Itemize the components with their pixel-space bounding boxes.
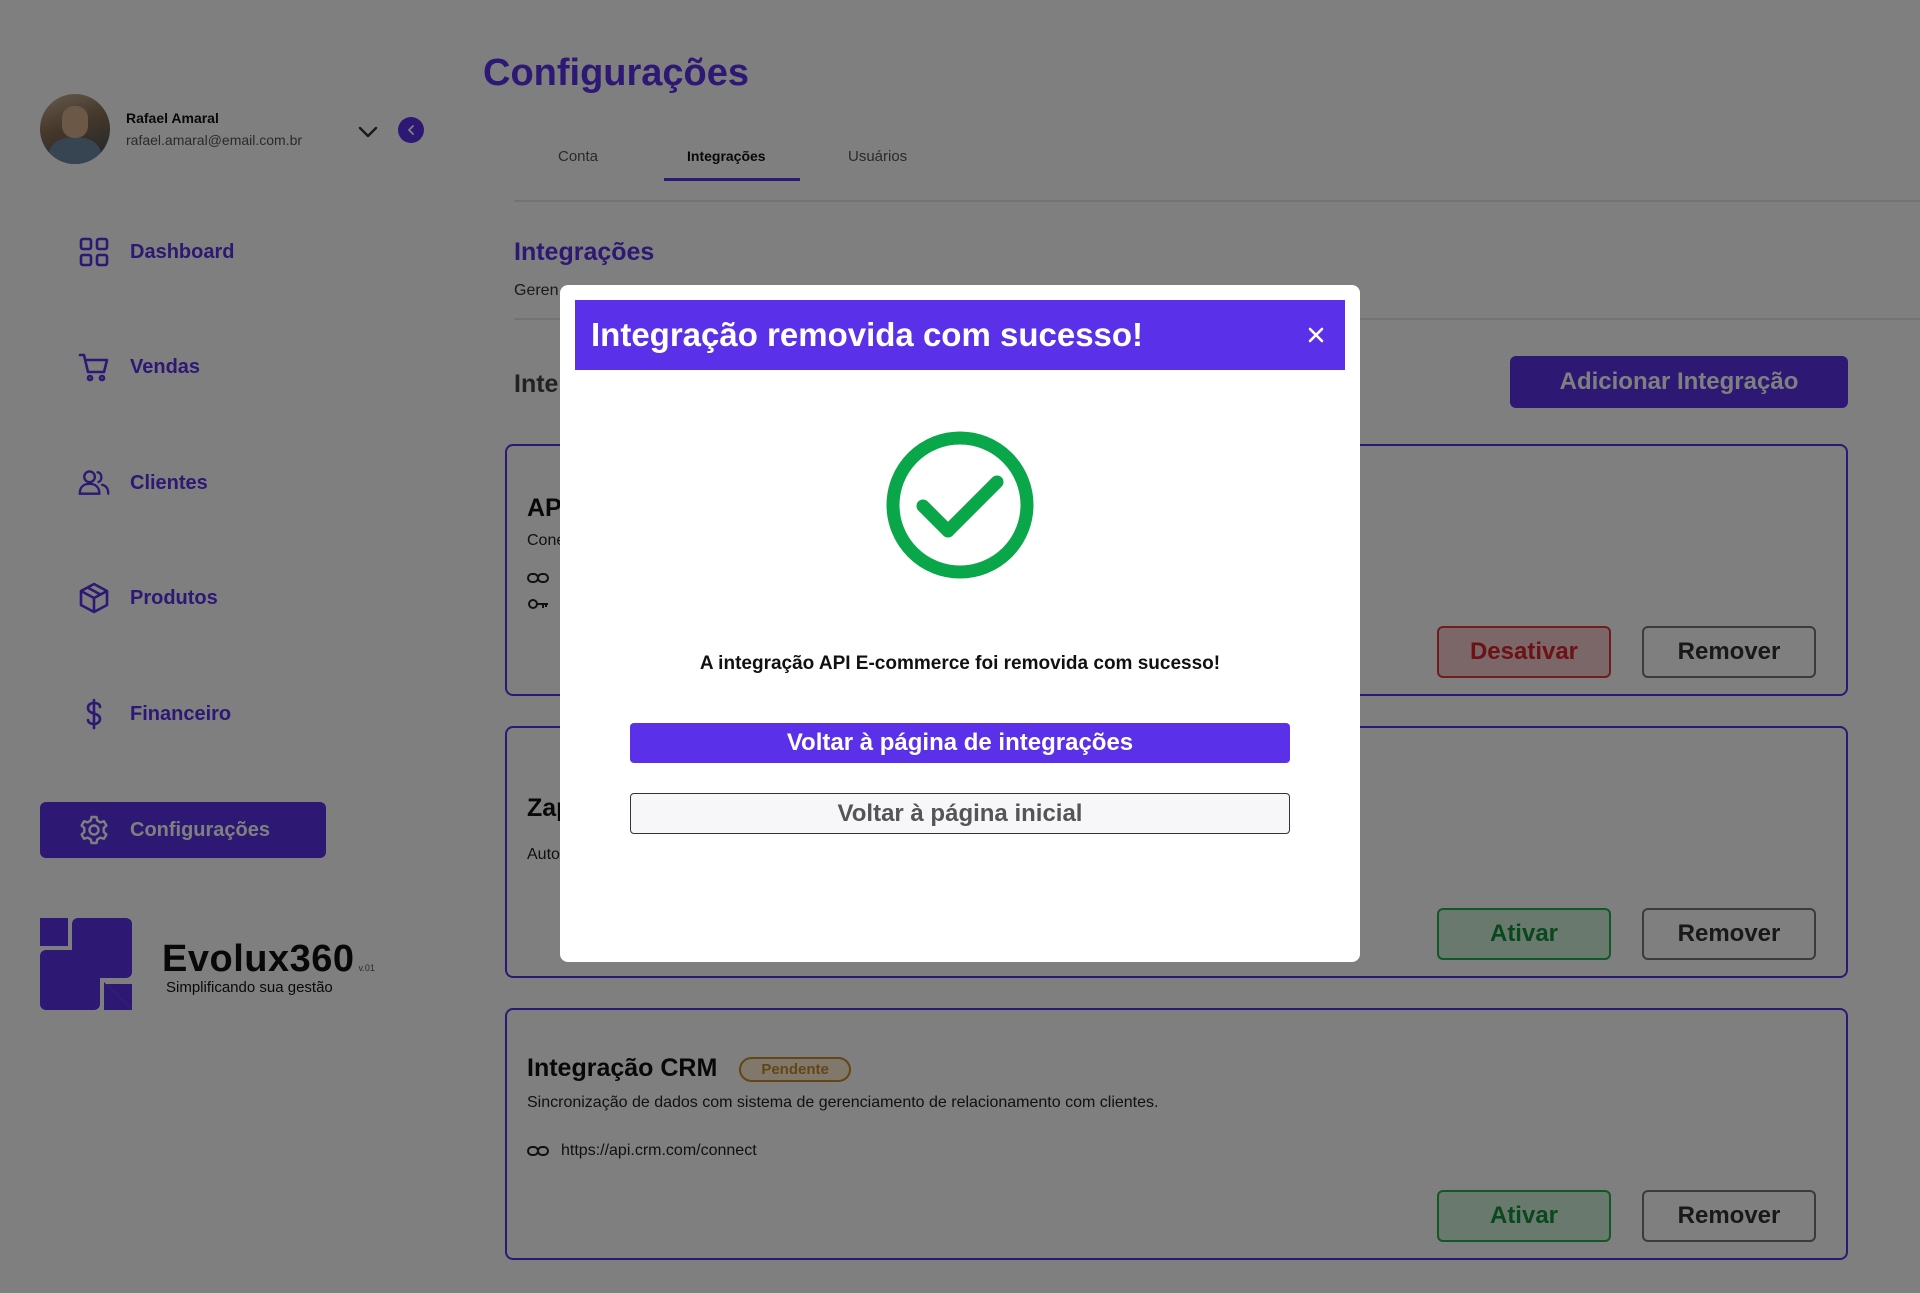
check-circle-icon [885,430,1035,580]
dialog-message: A integração API E-commerce foi removida… [699,653,1221,674]
dialog-header: Integração removida com sucesso! [575,300,1345,370]
dialog-title: Integração removida com sucesso! [591,316,1144,353]
close-icon[interactable] [1303,322,1329,348]
success-dialog: Integração removida com sucesso! A integ… [560,285,1360,962]
back-to-integrations-button[interactable]: Voltar à página de integrações [630,723,1290,763]
back-to-home-button[interactable]: Voltar à página inicial [630,793,1290,834]
